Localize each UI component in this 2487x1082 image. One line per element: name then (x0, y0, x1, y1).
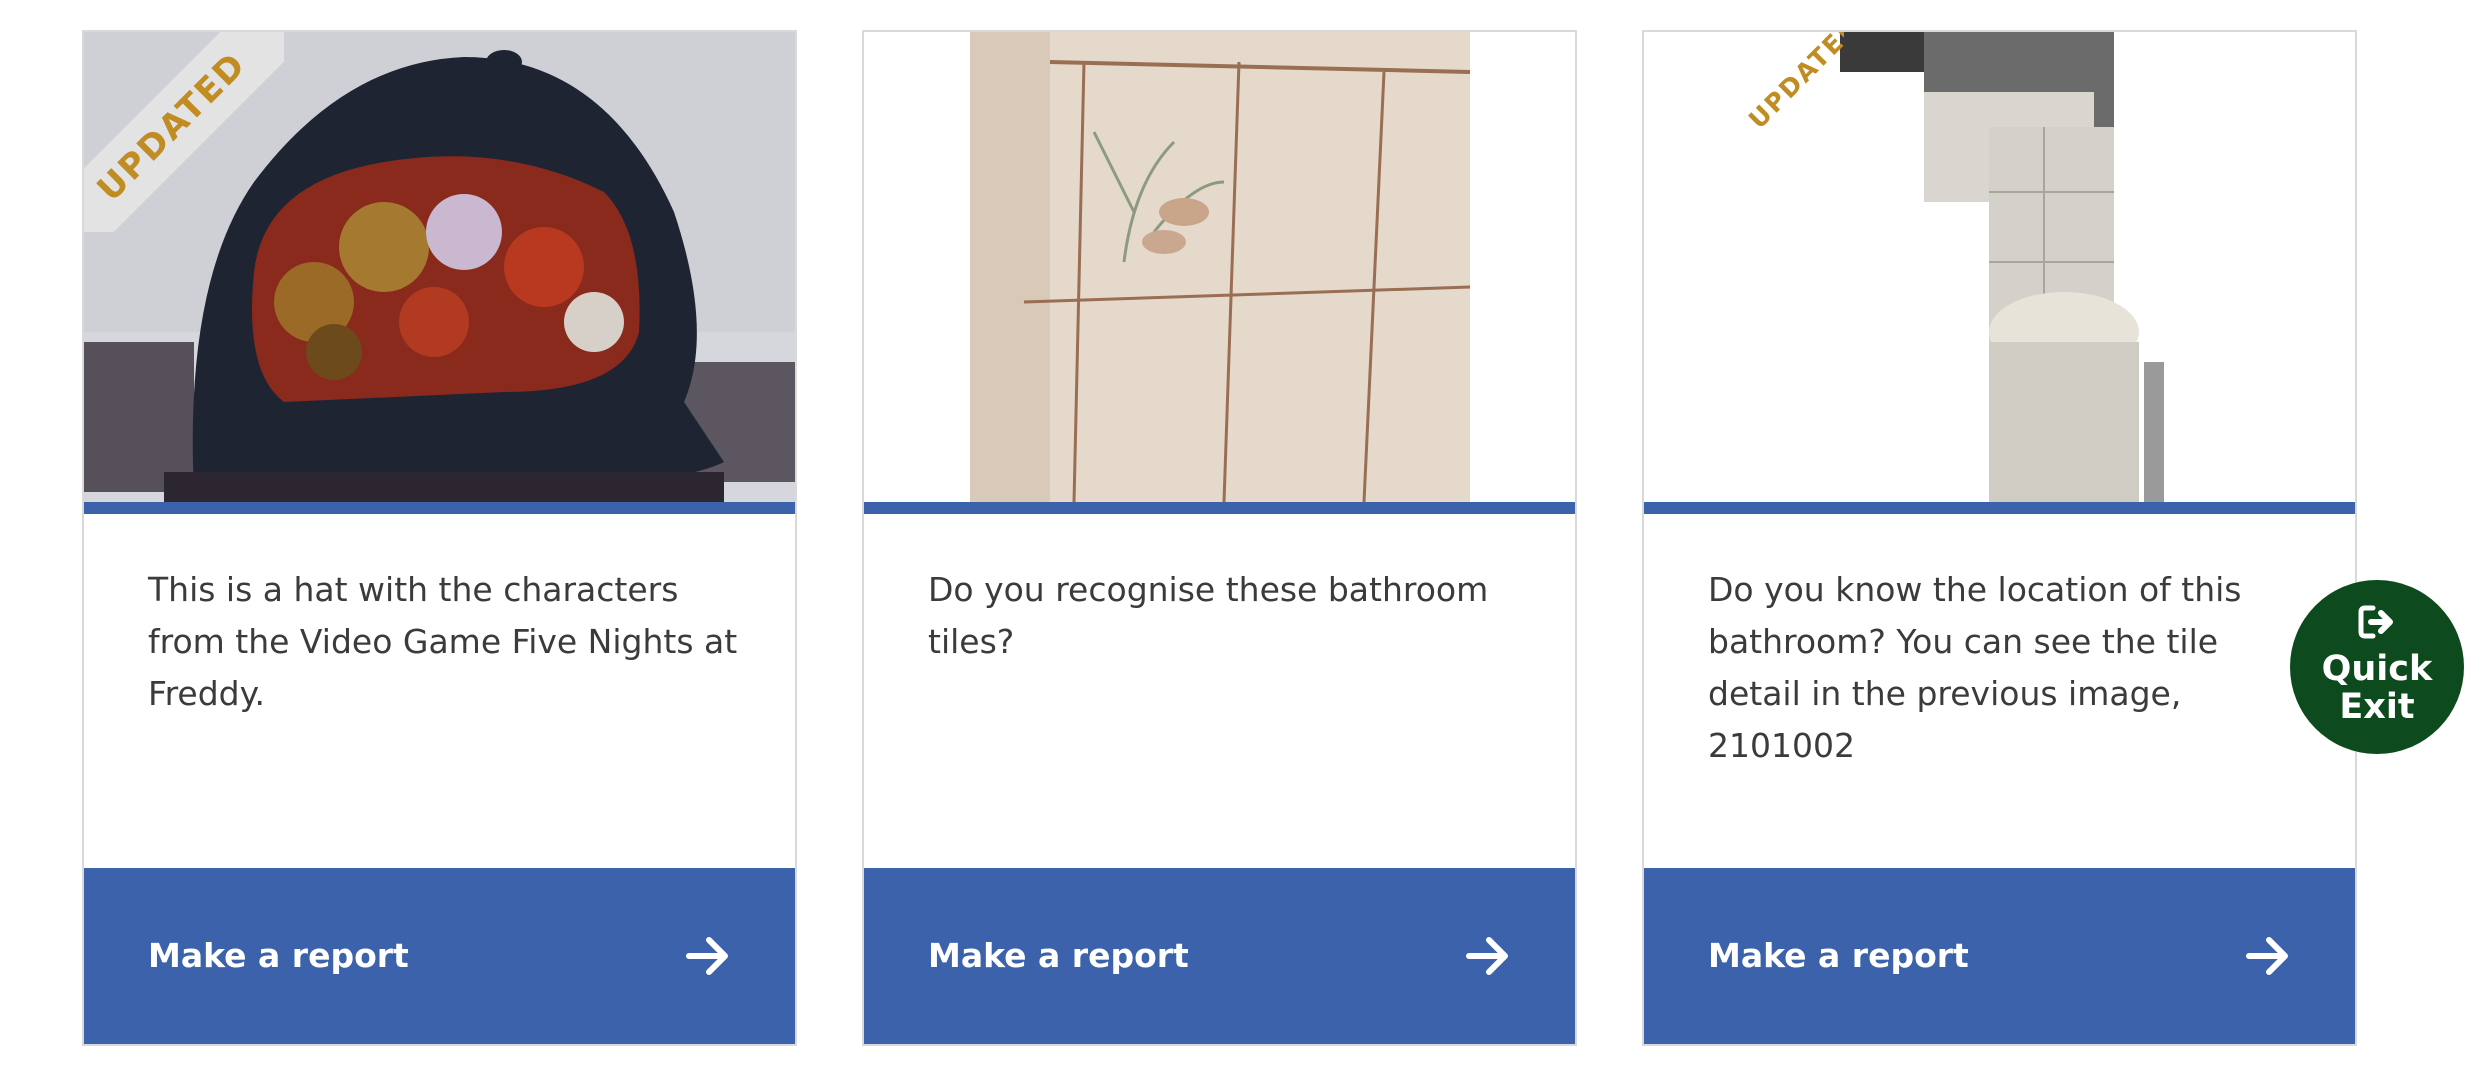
appeal-card: Do you recognise these bathroom tiles? M… (862, 30, 1577, 1046)
make-report-button[interactable]: Make a report (1644, 868, 2355, 1044)
quick-exit-label: Quick Exit (2321, 649, 2433, 727)
card-description: Do you recognise these bathroom tiles? (928, 570, 1489, 661)
card-description: This is a hat with the characters from t… (148, 570, 738, 713)
exit-icon (2358, 605, 2393, 639)
appeal-image[interactable]: UPDATED (84, 32, 795, 502)
appeal-image[interactable]: UPDATED (1644, 32, 2355, 502)
card-description: Do you know the location of this bathroo… (1708, 570, 2242, 765)
make-report-button[interactable]: Make a report (84, 868, 795, 1044)
appeal-card: UPDATED This is a hat with the character… (82, 30, 797, 1046)
arrow-right-icon (686, 937, 728, 975)
make-report-label: Make a report (928, 936, 1189, 975)
bathroom-image (1644, 32, 2355, 502)
quick-exit-button[interactable]: Quick Exit (2290, 580, 2464, 754)
arrow-right-icon (1466, 937, 1508, 975)
tiles-image (864, 32, 1575, 502)
make-report-label: Make a report (148, 936, 409, 975)
hat-image (84, 32, 795, 502)
image-divider (864, 502, 1575, 514)
appeal-image[interactable] (864, 32, 1575, 502)
make-report-label: Make a report (1708, 936, 1969, 975)
image-divider (1644, 502, 2355, 514)
arrow-right-icon (2246, 937, 2288, 975)
appeal-card: UPDATED Do you know the location of this… (1642, 30, 2357, 1046)
image-divider (84, 502, 795, 514)
make-report-button[interactable]: Make a report (864, 868, 1575, 1044)
